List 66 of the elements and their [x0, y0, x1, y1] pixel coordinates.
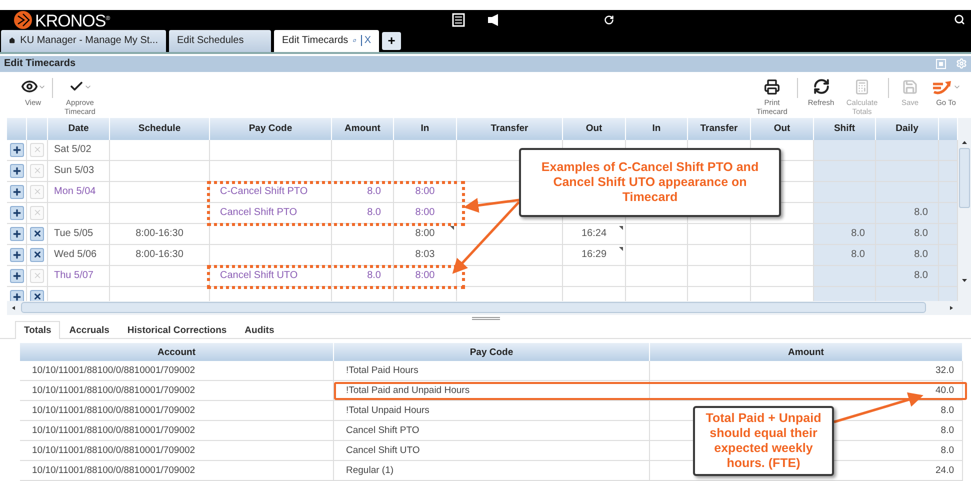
table-cell: 8.0	[332, 202, 394, 224]
table-cell: 8:03	[394, 244, 457, 266]
add-tab-button[interactable]: +	[382, 32, 401, 50]
column-header[interactable]: Amount	[650, 343, 963, 361]
column-header[interactable]: Pay Code	[210, 118, 332, 140]
column-header[interactable]: In	[626, 118, 688, 140]
table-cell: Wed 5/06	[48, 244, 110, 266]
table-cell: 10/10/11001/88100/0/8810001/709002	[20, 441, 334, 461]
table-cell: 8:00	[394, 224, 457, 245]
column-header[interactable]: Account	[20, 343, 334, 361]
tab[interactable]: KU Manager - Manage My St...	[1, 30, 166, 52]
tab-label: Edit Schedules	[177, 35, 244, 46]
tab[interactable]: Historical Corrections	[118, 321, 236, 339]
column-header[interactable]: Out	[751, 118, 814, 140]
column-header[interactable]: Daily	[876, 118, 939, 140]
table-cell: 32.0	[650, 361, 963, 381]
tab[interactable]: Edit Timecards X	[274, 30, 379, 52]
table-cell: Thu 5/07	[48, 266, 110, 287]
table-cell: Tue 5/05	[48, 224, 110, 245]
callout-text: Total Paid + Unpaid should equal their expected weekly hours. (FTE)	[693, 406, 834, 476]
table-cell: 10/10/11001/88100/0/8810001/709002	[20, 421, 334, 441]
table-cell: !Total Unpaid Hours	[334, 401, 650, 421]
close-button[interactable]: X	[361, 35, 371, 46]
page-title: Edit Timecards	[4, 58, 77, 70]
column-header[interactable]: In	[394, 118, 457, 140]
table-cell: Sat 5/02	[48, 140, 110, 161]
column-header[interactable]: Transfer	[457, 118, 563, 140]
table-cell: 10/10/11001/88100/0/8810001/709002	[20, 401, 334, 421]
column-header[interactable]: Shift	[814, 118, 876, 140]
callout-text: Examples of C-Cancel Shift PTO and Cancel Shift UTO appearance on Timecard	[519, 148, 781, 217]
table-cell: 16:24	[563, 224, 626, 245]
table-cell: 8:00	[394, 202, 457, 224]
table-cell: 8:00-16:30	[110, 224, 210, 245]
tab[interactable]: Edit Schedules	[169, 30, 271, 52]
table-cell: Regular (1)	[334, 461, 650, 481]
table-cell: Cancel Shift UTO	[334, 441, 650, 461]
brand-name: KRONOS$^{®}$	[35, 10, 110, 32]
tab[interactable]: Totals	[15, 321, 60, 339]
column-header[interactable]: Out	[563, 118, 626, 140]
table-cell: 16:29	[563, 244, 626, 266]
table-cell: 8.0	[876, 224, 939, 245]
table-cell: 8.0	[876, 202, 939, 224]
column-header[interactable]: Date	[48, 118, 110, 140]
table-cell: 8.0	[814, 244, 876, 266]
table-cell: 10/10/11001/88100/0/8810001/709002	[20, 381, 334, 401]
table-cell: Mon 5/04	[48, 182, 110, 203]
column-header[interactable]: Transfer	[688, 118, 751, 140]
table-cell: 40.0	[650, 381, 963, 401]
table-cell: 10/10/11001/88100/0/8810001/709002	[20, 361, 334, 381]
tab[interactable]: Accruals	[60, 321, 118, 339]
column-header[interactable]: Schedule	[110, 118, 210, 140]
table-cell: Cancel Shift PTO	[210, 202, 332, 224]
column-header[interactable]: Amount	[332, 118, 394, 140]
table-cell: 8:00-16:30	[110, 244, 210, 266]
table-cell: 10/10/11001/88100/0/8810001/709002	[20, 461, 334, 481]
column-header[interactable]: Pay Code	[334, 343, 650, 361]
tab-label: Edit Timecards	[282, 35, 348, 46]
tab-label: KU Manager - Manage My St...	[20, 35, 158, 46]
table-cell: Cancel Shift PTO	[334, 421, 650, 441]
tab[interactable]: Audits	[236, 321, 284, 339]
table-cell: 8.0	[876, 266, 939, 287]
table-cell: !Total Paid Hours	[334, 361, 650, 381]
table-cell: Sun 5/03	[48, 160, 110, 182]
table-cell: 8.0	[814, 224, 876, 245]
table-cell: !Total Paid and Unpaid Hours	[334, 381, 650, 401]
table-cell: 8.0	[876, 244, 939, 266]
